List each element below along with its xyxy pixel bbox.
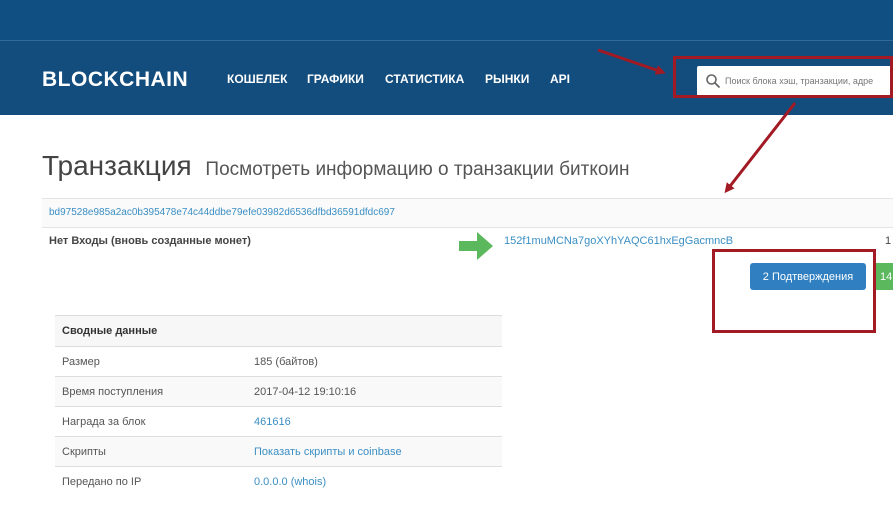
top-strip [0,0,893,41]
summary-table: Сводные данные Размер 185 (байтов) Время… [55,315,502,496]
green-arrow-icon [459,232,493,260]
page-title: Транзакция Посмотреть информацию о транз… [42,150,630,182]
row-label-size: Размер [55,346,247,377]
blockchain-logo[interactable]: BLOCKCHAIN [42,68,188,92]
search-highlight-box [673,56,893,98]
row-label-block-reward: Награда за блок [55,406,247,437]
table-row: Время поступления 2017-04-12 19:10:16 [55,376,502,407]
tx-hash-row: bd97528e985a2ac0b395478e74c44ddbe79efe03… [42,198,893,228]
arrow-to-transaction [724,102,797,194]
table-row: Скрипты Показать скрипты и coinbase [55,436,502,467]
summary-header: Сводные данные [55,315,502,347]
show-scripts-link[interactable]: Показать скрипты и coinbase [254,446,402,458]
row-value-received-time: 2017-04-12 19:10:16 [247,376,502,407]
confirmations-highlight-box [712,249,876,333]
page-title-text: Транзакция [42,150,192,181]
inputs-label: Нет Входы (вновь созданные монет) [49,235,251,247]
nav-stats[interactable]: СТАТИСТИКА [385,72,464,86]
ip-whois-link[interactable]: 0.0.0.0 (whois) [254,476,326,488]
summary-header-row: Сводные данные [55,315,502,347]
row-label-relayed-ip: Передано по IP [55,466,247,496]
nav-api[interactable]: API [550,72,570,86]
row-value-size: 185 (байтов) [247,346,502,377]
amount-button[interactable]: 14 [873,263,893,290]
page-subtitle: Посмотреть информацию о транзакции битко… [205,159,630,180]
nav-wallet[interactable]: КОШЕЛЕК [227,72,287,86]
row-label-scripts: Скрипты [55,436,247,467]
row-value-relayed-ip: 0.0.0.0 (whois) [247,466,502,496]
tx-hash-link[interactable]: bd97528e985a2ac0b395478e74c44ddbe79efe03… [49,207,395,218]
row-value-block-reward: 461616 [247,406,502,437]
table-row: Передано по IP 0.0.0.0 (whois) [55,466,502,496]
output-address-link[interactable]: 152f1muMCNa7goXYhYAQC61hxEgGacmncB [504,235,733,247]
row-value-scripts: Показать скрипты и coinbase [247,436,502,467]
nav-charts[interactable]: ГРАФИКИ [307,72,364,86]
output-amount: 1 [885,235,892,247]
nav-markets[interactable]: РЫНКИ [485,72,529,86]
row-label-received-time: Время поступления [55,376,247,407]
block-height-link[interactable]: 461616 [254,416,291,428]
table-row: Награда за блок 461616 [55,406,502,437]
table-row: Размер 185 (байтов) [55,346,502,377]
